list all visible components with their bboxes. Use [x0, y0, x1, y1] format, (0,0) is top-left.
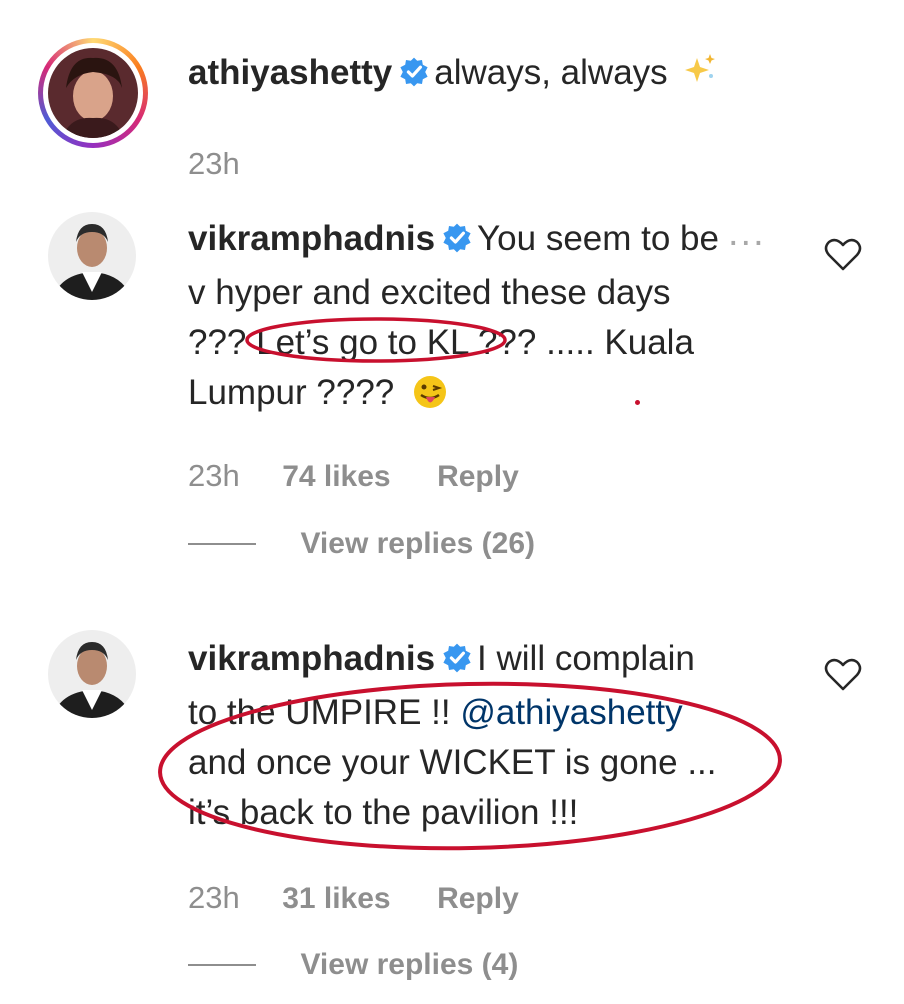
annotation-oval-large [158, 681, 782, 851]
view-replies-button[interactable]: View replies (4) [300, 948, 518, 981]
view-replies-toggle-2[interactable]: View replies (26) [188, 527, 535, 561]
heart-icon [824, 658, 862, 691]
comment-text: always, always [434, 53, 668, 92]
comment-2-meta: 23h 74 likes Reply [188, 458, 519, 494]
heart-icon [824, 238, 862, 271]
verified-badge-icon [398, 52, 430, 102]
comment-timestamp[interactable]: 23h [188, 880, 240, 915]
comment-text-line-1: I will complain [477, 639, 695, 678]
username-link[interactable]: vikramphadnis [188, 219, 435, 258]
reply-button[interactable]: Reply [437, 882, 519, 915]
profile-photo [48, 212, 136, 300]
username-link[interactable]: athiyashetty [188, 53, 392, 92]
comment-1-timestamp[interactable]: 23h [188, 146, 240, 182]
avatar-vikramphadnis[interactable] [48, 630, 136, 718]
comment-text-line-2: v hyper and excited these days [188, 273, 671, 312]
annotation-dot [635, 400, 640, 405]
sparkles-icon [683, 50, 717, 100]
view-replies-button[interactable]: View replies (26) [300, 527, 535, 560]
comment-3-meta: 23h 31 likes Reply [188, 880, 519, 916]
avatar-athiyashetty[interactable] [38, 38, 148, 148]
replies-divider-line [188, 964, 256, 966]
verified-badge-icon [441, 218, 473, 268]
more-options-button[interactable]: ... [728, 212, 766, 255]
username-link[interactable]: vikramphadnis [188, 639, 435, 678]
profile-photo [48, 48, 138, 138]
replies-divider-line [188, 543, 256, 545]
comment-1-body: athiyashetty always, always [188, 48, 717, 102]
comment-text-line-1: You seem to be [477, 219, 719, 258]
likes-count-link[interactable]: 74 likes [282, 460, 390, 493]
likes-count-link[interactable]: 31 likes [282, 882, 390, 915]
like-comment-button[interactable] [824, 658, 862, 697]
reply-button[interactable]: Reply [437, 460, 519, 493]
view-replies-toggle-3[interactable]: View replies (4) [188, 948, 518, 982]
avatar-vikramphadnis[interactable] [48, 212, 136, 300]
annotation-oval-small [245, 317, 507, 363]
comment-text-line-4: Lumpur ???? [188, 373, 395, 412]
like-comment-button[interactable] [824, 238, 862, 277]
profile-photo [48, 630, 136, 718]
tongue-out-emoji-icon [412, 374, 448, 424]
comment-timestamp[interactable]: 23h [188, 458, 240, 493]
